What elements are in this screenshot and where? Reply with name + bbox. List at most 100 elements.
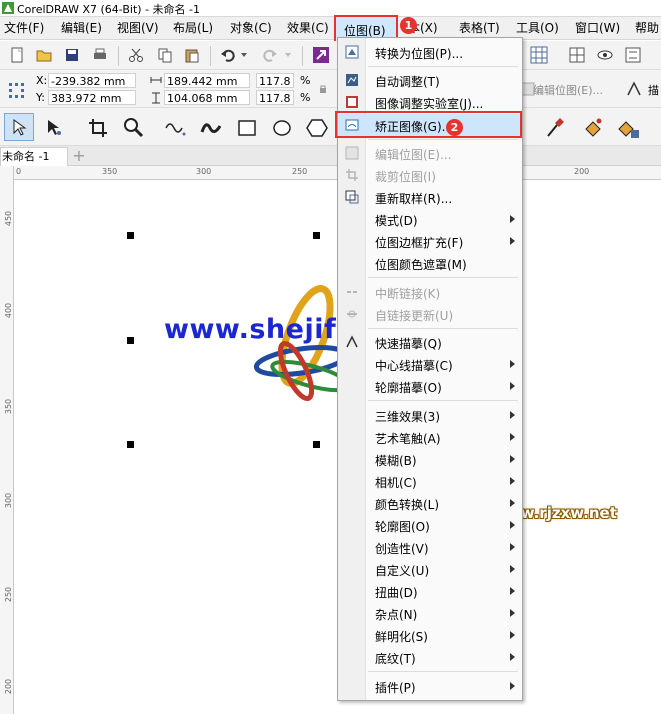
- menu-effects[interactable]: 效果(C): [287, 20, 329, 37]
- grid-view-icon[interactable]: [568, 46, 586, 64]
- selection-handle[interactable]: [127, 232, 134, 239]
- crop-tool-icon[interactable]: [88, 118, 108, 138]
- redo-dropdown-icon[interactable]: [284, 51, 292, 59]
- menu-item-update-from-link[interactable]: 自链接更新(U): [338, 303, 522, 325]
- menu-item-edit-bitmap[interactable]: 编辑位图(E)...: [338, 142, 522, 164]
- menu-item-crop-bitmap[interactable]: 裁剪位图(I): [338, 164, 522, 186]
- open-folder-icon[interactable]: [36, 47, 52, 63]
- selection-handle[interactable]: [127, 337, 134, 344]
- paste-icon[interactable]: [184, 47, 200, 63]
- menu-item-convert-to-bitmap[interactable]: 转换为位图(P)...: [338, 41, 522, 63]
- menu-item-creative[interactable]: 创造性(V): [338, 536, 522, 558]
- selection-handle[interactable]: [313, 232, 320, 239]
- resample-icon: [345, 190, 359, 204]
- menu-help[interactable]: 帮助: [635, 20, 659, 37]
- menu-tools[interactable]: 工具(O): [516, 20, 559, 37]
- submenu-arrow-icon: [510, 411, 515, 419]
- menu-window[interactable]: 窗口(W): [575, 20, 620, 37]
- menu-item-texture[interactable]: 底纹(T): [338, 646, 522, 668]
- options-icon[interactable]: [624, 46, 642, 64]
- shape-tool-icon[interactable]: [44, 118, 64, 138]
- x-position-field[interactable]: -239.382 mm: [48, 73, 136, 88]
- import-icon[interactable]: [312, 46, 330, 64]
- convert-bitmap-icon: [345, 45, 359, 59]
- step-badge-2: 2: [446, 119, 463, 136]
- smart-fill-icon[interactable]: [616, 117, 640, 139]
- copy-icon[interactable]: [157, 47, 173, 63]
- undo-icon[interactable]: [220, 47, 236, 63]
- document-tab[interactable]: 未命名 -1: [0, 147, 68, 166]
- menu-item-outline-trace[interactable]: 轮廓描摹(O): [338, 375, 522, 397]
- lock-ratio-icon[interactable]: [318, 84, 328, 94]
- vertical-ruler[interactable]: 450 400 350 300 250 200: [0, 166, 14, 714]
- scale-y-field[interactable]: 117.8: [256, 90, 294, 105]
- trace-bitmap-button[interactable]: 描: [648, 82, 659, 98]
- menu-item-distort[interactable]: 扭曲(D): [338, 580, 522, 602]
- coreldraw-logo-icon: [2, 2, 14, 14]
- menu-file[interactable]: 文件(F): [4, 20, 44, 37]
- submenu-arrow-icon: [510, 631, 515, 639]
- submenu-arrow-icon: [510, 682, 515, 690]
- menu-item-plugins[interactable]: 插件(P): [338, 675, 522, 697]
- menu-item-custom[interactable]: 自定义(U): [338, 558, 522, 580]
- rectangle-tool-icon[interactable]: [237, 118, 257, 138]
- menu-layout[interactable]: 布局(L): [173, 20, 213, 37]
- auto-adjust-icon: [346, 74, 358, 86]
- save-icon[interactable]: [64, 47, 80, 63]
- freehand-tool-icon[interactable]: [165, 118, 187, 138]
- menu-item-contour[interactable]: 轮廓图(O): [338, 514, 522, 536]
- menu-item-bitmap-border-expand[interactable]: 位图边框扩充(F): [338, 230, 522, 252]
- preview-eye-icon[interactable]: [596, 46, 614, 64]
- add-tab-button[interactable]: +: [70, 148, 88, 164]
- print-icon[interactable]: [92, 47, 108, 63]
- menu-item-quick-trace[interactable]: 快速描摹(Q): [338, 331, 522, 353]
- menu-edit[interactable]: 编辑(E): [61, 20, 102, 37]
- menu-item-centerline-trace[interactable]: 中心线描摹(C): [338, 353, 522, 375]
- eyedropper-tool-icon[interactable]: [545, 117, 565, 139]
- artistic-media-icon[interactable]: [200, 118, 222, 138]
- undo-dropdown-icon[interactable]: [240, 51, 248, 59]
- menu-item-auto-adjust[interactable]: 自动调整(T): [338, 69, 522, 91]
- menu-view[interactable]: 视图(V): [117, 20, 159, 37]
- y-position-field[interactable]: 383.972 mm: [48, 90, 136, 105]
- menu-item-bitmap-color-mask[interactable]: 位图颜色遮罩(M): [338, 252, 522, 274]
- cut-icon[interactable]: [128, 47, 144, 63]
- submenu-arrow-icon: [510, 382, 515, 390]
- pick-tool-icon[interactable]: [10, 118, 28, 136]
- document-tab-bar: 未命名 -1 +: [0, 146, 661, 166]
- zoom-tool-icon[interactable]: [122, 116, 144, 138]
- width-field[interactable]: 189.442 mm: [164, 73, 250, 88]
- menu-item-resample[interactable]: 重新取样(R)...: [338, 186, 522, 208]
- menu-item-mode[interactable]: 模式(D): [338, 208, 522, 230]
- menu-item-noise[interactable]: 杂点(N): [338, 602, 522, 624]
- menu-item-art-strokes[interactable]: 艺术笔触(A): [338, 426, 522, 448]
- height-field[interactable]: 104.068 mm: [164, 90, 250, 105]
- height-icon: [152, 92, 160, 104]
- polygon-tool-icon[interactable]: [306, 118, 328, 138]
- edit-bitmap-button[interactable]: 编辑位图(E)...: [533, 82, 603, 98]
- ellipse-tool-icon[interactable]: [272, 118, 292, 138]
- menu-item-camera[interactable]: 相机(C): [338, 470, 522, 492]
- x-label: X:: [36, 74, 48, 87]
- snap-grid-icon[interactable]: [530, 46, 548, 64]
- menu-item-sharpen[interactable]: 鲜明化(S): [338, 624, 522, 646]
- y-label: Y:: [36, 91, 45, 104]
- scale-x-field[interactable]: 117.8: [256, 73, 294, 88]
- property-bar: X: -239.382 mm Y: 383.972 mm 189.442 mm …: [0, 70, 661, 108]
- menu-item-image-adjustment-lab[interactable]: 图像调整实验室(J)...: [338, 91, 522, 113]
- menu-item-3d-effects[interactable]: 三维效果(3): [338, 404, 522, 426]
- menu-item-break-link[interactable]: 中断链接(K): [338, 281, 522, 303]
- menu-table[interactable]: 表格(T): [459, 20, 500, 37]
- selection-handle[interactable]: [127, 441, 134, 448]
- menu-item-blur[interactable]: 模糊(B): [338, 448, 522, 470]
- reference-point-icon[interactable]: [8, 82, 24, 98]
- toolbox: [0, 108, 661, 146]
- selection-handle[interactable]: [313, 441, 320, 448]
- menu-item-color-transform[interactable]: 颜色转换(L): [338, 492, 522, 514]
- menu-object[interactable]: 对象(C): [230, 20, 272, 37]
- bitmap-logo-image[interactable]: [251, 281, 351, 411]
- submenu-arrow-icon: [510, 360, 515, 368]
- redo-icon[interactable]: [262, 47, 278, 63]
- new-document-icon[interactable]: [9, 47, 25, 63]
- interactive-fill-icon[interactable]: [582, 117, 604, 139]
